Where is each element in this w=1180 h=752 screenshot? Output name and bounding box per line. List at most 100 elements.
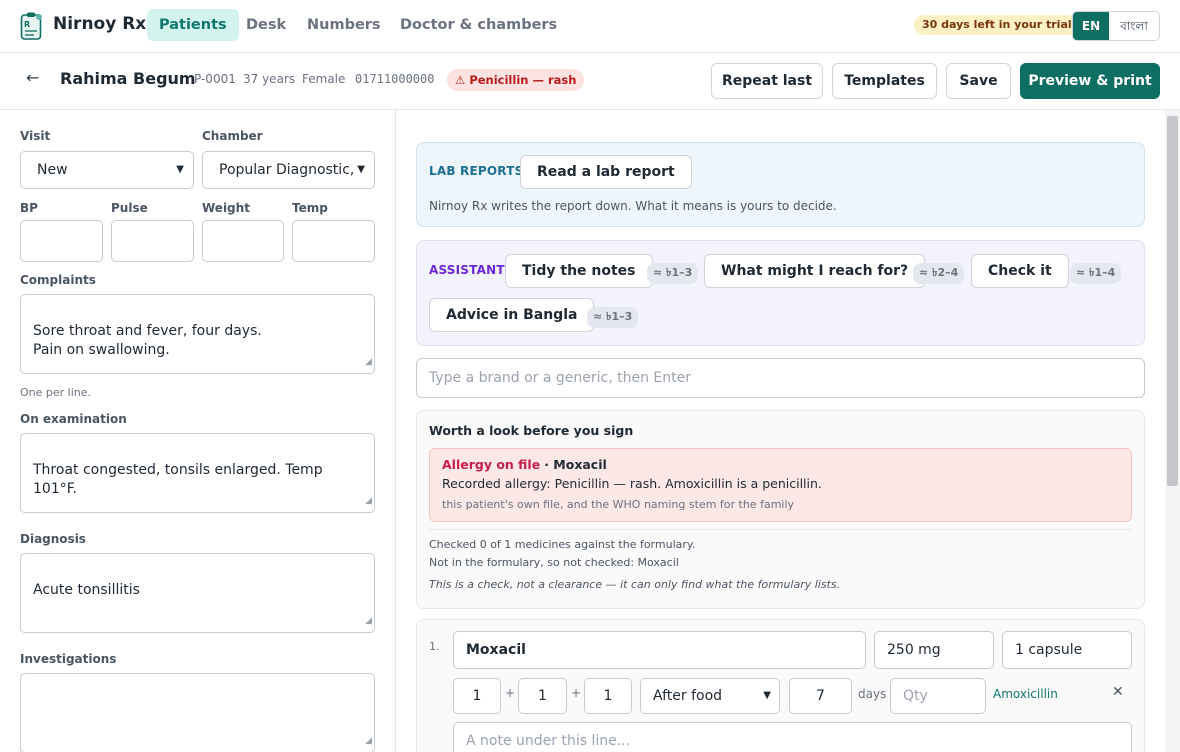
patient-age: 37 years bbox=[243, 72, 296, 86]
prescription-pane: LAB REPORTS Read a lab report Nirnoy Rx … bbox=[397, 110, 1180, 752]
scrollbar-thumb[interactable] bbox=[1167, 116, 1178, 486]
resize-grip-icon[interactable]: ◢ bbox=[365, 732, 372, 751]
chevron-down-icon: ▼ bbox=[176, 164, 184, 175]
complaints-label: Complaints bbox=[20, 273, 96, 287]
patient-id: P-0001 bbox=[194, 72, 236, 86]
bp-input[interactable] bbox=[20, 220, 103, 262]
rx-dose-night[interactable]: 1 bbox=[584, 678, 632, 714]
patient-name: Rahima Begum bbox=[60, 69, 196, 88]
reach-for-cost: ≈ ৳2–4 bbox=[913, 263, 965, 284]
lab-reports-note: Nirnoy Rx writes the report down. What i… bbox=[429, 199, 837, 213]
rx-dose-morning[interactable]: 1 bbox=[453, 678, 501, 714]
patient-phone: 01711000000 bbox=[355, 72, 435, 86]
patient-header: ← Rahima Begum P-0001 37 years Female 01… bbox=[0, 53, 1180, 110]
drug-search-input[interactable]: Type a brand or a generic, then Enter bbox=[416, 358, 1145, 398]
rx-form-input[interactable]: 1 capsule bbox=[1002, 631, 1132, 669]
lab-reports-tag: LAB REPORTS bbox=[429, 164, 524, 178]
rx-generic-link[interactable]: Amoxicillin bbox=[993, 687, 1058, 701]
complaints-hint: One per line. bbox=[20, 386, 92, 399]
allergy-badge: ⚠ Penicillin — rash bbox=[447, 69, 585, 91]
rx-item-number: 1. bbox=[429, 640, 440, 653]
diagnosis-label: Diagnosis bbox=[20, 532, 86, 546]
pulse-label: Pulse bbox=[111, 201, 148, 215]
rx-days-input[interactable]: 7 bbox=[789, 678, 852, 714]
tab-doctor-chambers[interactable]: Doctor & chambers bbox=[388, 9, 569, 41]
save-button[interactable]: Save bbox=[946, 63, 1011, 99]
visit-select[interactable]: New ▼ bbox=[20, 151, 194, 189]
divider bbox=[429, 529, 1132, 530]
resize-grip-icon[interactable]: ◢ bbox=[365, 353, 372, 372]
rx-timing-select[interactable]: After food ▼ bbox=[640, 678, 780, 714]
tab-desk[interactable]: Desk bbox=[234, 9, 298, 41]
rx-qty-input[interactable]: Qty bbox=[890, 678, 986, 714]
rx-brand-input[interactable]: Moxacil bbox=[453, 631, 866, 669]
lang-bn-button[interactable]: বাংলা bbox=[1109, 12, 1159, 40]
allergy-alert-drug: · Moxacil bbox=[544, 457, 607, 472]
check-disclaimer: This is a check, not a clearance — it ca… bbox=[429, 578, 841, 591]
allergy-alert-heading: Allergy on file · Moxacil bbox=[442, 457, 607, 472]
templates-button[interactable]: Templates bbox=[832, 63, 937, 99]
resize-grip-icon[interactable]: ◢ bbox=[365, 492, 372, 511]
top-nav: R Nirnoy Rx Patients Desk Numbers Doctor… bbox=[0, 0, 1180, 53]
lang-en-button[interactable]: EN bbox=[1073, 12, 1109, 40]
investigations-textarea[interactable]: ◢ bbox=[20, 673, 375, 752]
allergy-alert-body: Recorded allergy: Penicillin — rash. Amo… bbox=[442, 476, 822, 491]
remove-item-icon[interactable]: ✕ bbox=[1112, 684, 1124, 700]
visit-value: New bbox=[37, 162, 68, 178]
check-it-cost: ≈ ৳1–4 bbox=[1070, 263, 1122, 284]
examination-text: Throat congested, tonsils enlarged. Temp… bbox=[33, 462, 323, 497]
formulary-checked-line: Checked 0 of 1 medicines against the for… bbox=[429, 538, 696, 551]
svg-text:R: R bbox=[24, 20, 30, 29]
bp-label: BP bbox=[20, 201, 38, 215]
visit-label: Visit bbox=[20, 129, 51, 143]
complaints-text: Sore throat and fever, four days. Pain o… bbox=[33, 323, 262, 358]
rx-note-input[interactable]: A note under this line... bbox=[453, 722, 1132, 752]
tidy-notes-button[interactable]: Tidy the notes bbox=[505, 254, 653, 288]
examination-label: On examination bbox=[20, 412, 127, 426]
safety-check-card: Worth a look before you sign Allergy on … bbox=[416, 410, 1145, 609]
rx-strength-input[interactable]: 250 mg bbox=[874, 631, 994, 669]
prescription-pad-icon: R bbox=[20, 12, 42, 40]
assistant-card: ASSISTANT Tidy the notes ≈ ৳1–3 What mig… bbox=[416, 240, 1145, 346]
weight-label: Weight bbox=[202, 201, 250, 215]
safety-check-title: Worth a look before you sign bbox=[429, 423, 634, 438]
tab-numbers[interactable]: Numbers bbox=[295, 9, 393, 41]
app-name: Nirnoy Rx bbox=[53, 14, 147, 34]
rx-dose-noon[interactable]: 1 bbox=[518, 678, 567, 714]
pulse-input[interactable] bbox=[111, 220, 194, 262]
clinical-notes-form: Visit New ▼ Chamber Popular Diagnostic, … bbox=[0, 110, 396, 752]
allergy-alert-source: this patient's own file, and the WHO nam… bbox=[442, 498, 795, 511]
trial-badge: 30 days left in your trial bbox=[914, 15, 1080, 35]
repeat-last-button[interactable]: Repeat last bbox=[711, 63, 823, 99]
chamber-label: Chamber bbox=[202, 129, 263, 143]
allergy-alert: Allergy on file · Moxacil Recorded aller… bbox=[429, 448, 1132, 522]
temp-label: Temp bbox=[292, 201, 328, 215]
diagnosis-textarea[interactable]: Acute tonsillitis ◢ bbox=[20, 553, 375, 633]
rx-days-label: days bbox=[858, 687, 887, 701]
back-arrow-icon[interactable]: ← bbox=[26, 68, 39, 87]
resize-grip-icon[interactable]: ◢ bbox=[365, 612, 372, 631]
patient-sex: Female bbox=[302, 72, 346, 86]
examination-textarea[interactable]: Throat congested, tonsils enlarged. Temp… bbox=[20, 433, 375, 513]
chevron-down-icon: ▼ bbox=[357, 164, 365, 175]
reach-for-button[interactable]: What might I reach for? bbox=[704, 254, 926, 288]
weight-input[interactable] bbox=[202, 220, 284, 262]
rx-item-card: 1. Moxacil 250 mg 1 capsule 1 + 1 + 1 Af… bbox=[416, 619, 1145, 752]
plus-icon: + bbox=[571, 686, 582, 700]
preview-print-button[interactable]: Preview & print bbox=[1020, 63, 1160, 99]
temp-input[interactable] bbox=[292, 220, 375, 262]
chamber-select[interactable]: Popular Diagnostic, ▼ bbox=[202, 151, 375, 189]
tidy-notes-cost: ≈ ৳1–3 bbox=[647, 263, 699, 284]
read-lab-report-button[interactable]: Read a lab report bbox=[520, 155, 692, 189]
plus-icon: + bbox=[505, 686, 516, 700]
chevron-down-icon: ▼ bbox=[763, 690, 771, 701]
complaints-textarea[interactable]: Sore throat and fever, four days. Pain o… bbox=[20, 294, 375, 374]
assistant-tag: ASSISTANT bbox=[429, 263, 505, 277]
formulary-missing-line: Not in the formulary, so not checked: Mo… bbox=[429, 556, 679, 569]
check-it-button[interactable]: Check it bbox=[971, 254, 1069, 288]
tab-patients[interactable]: Patients bbox=[147, 9, 239, 41]
advice-bangla-button[interactable]: Advice in Bangla bbox=[429, 298, 595, 332]
investigations-label: Investigations bbox=[20, 652, 117, 666]
language-toggle: EN বাংলা bbox=[1072, 11, 1160, 41]
lab-reports-card: LAB REPORTS Read a lab report Nirnoy Rx … bbox=[416, 142, 1145, 227]
